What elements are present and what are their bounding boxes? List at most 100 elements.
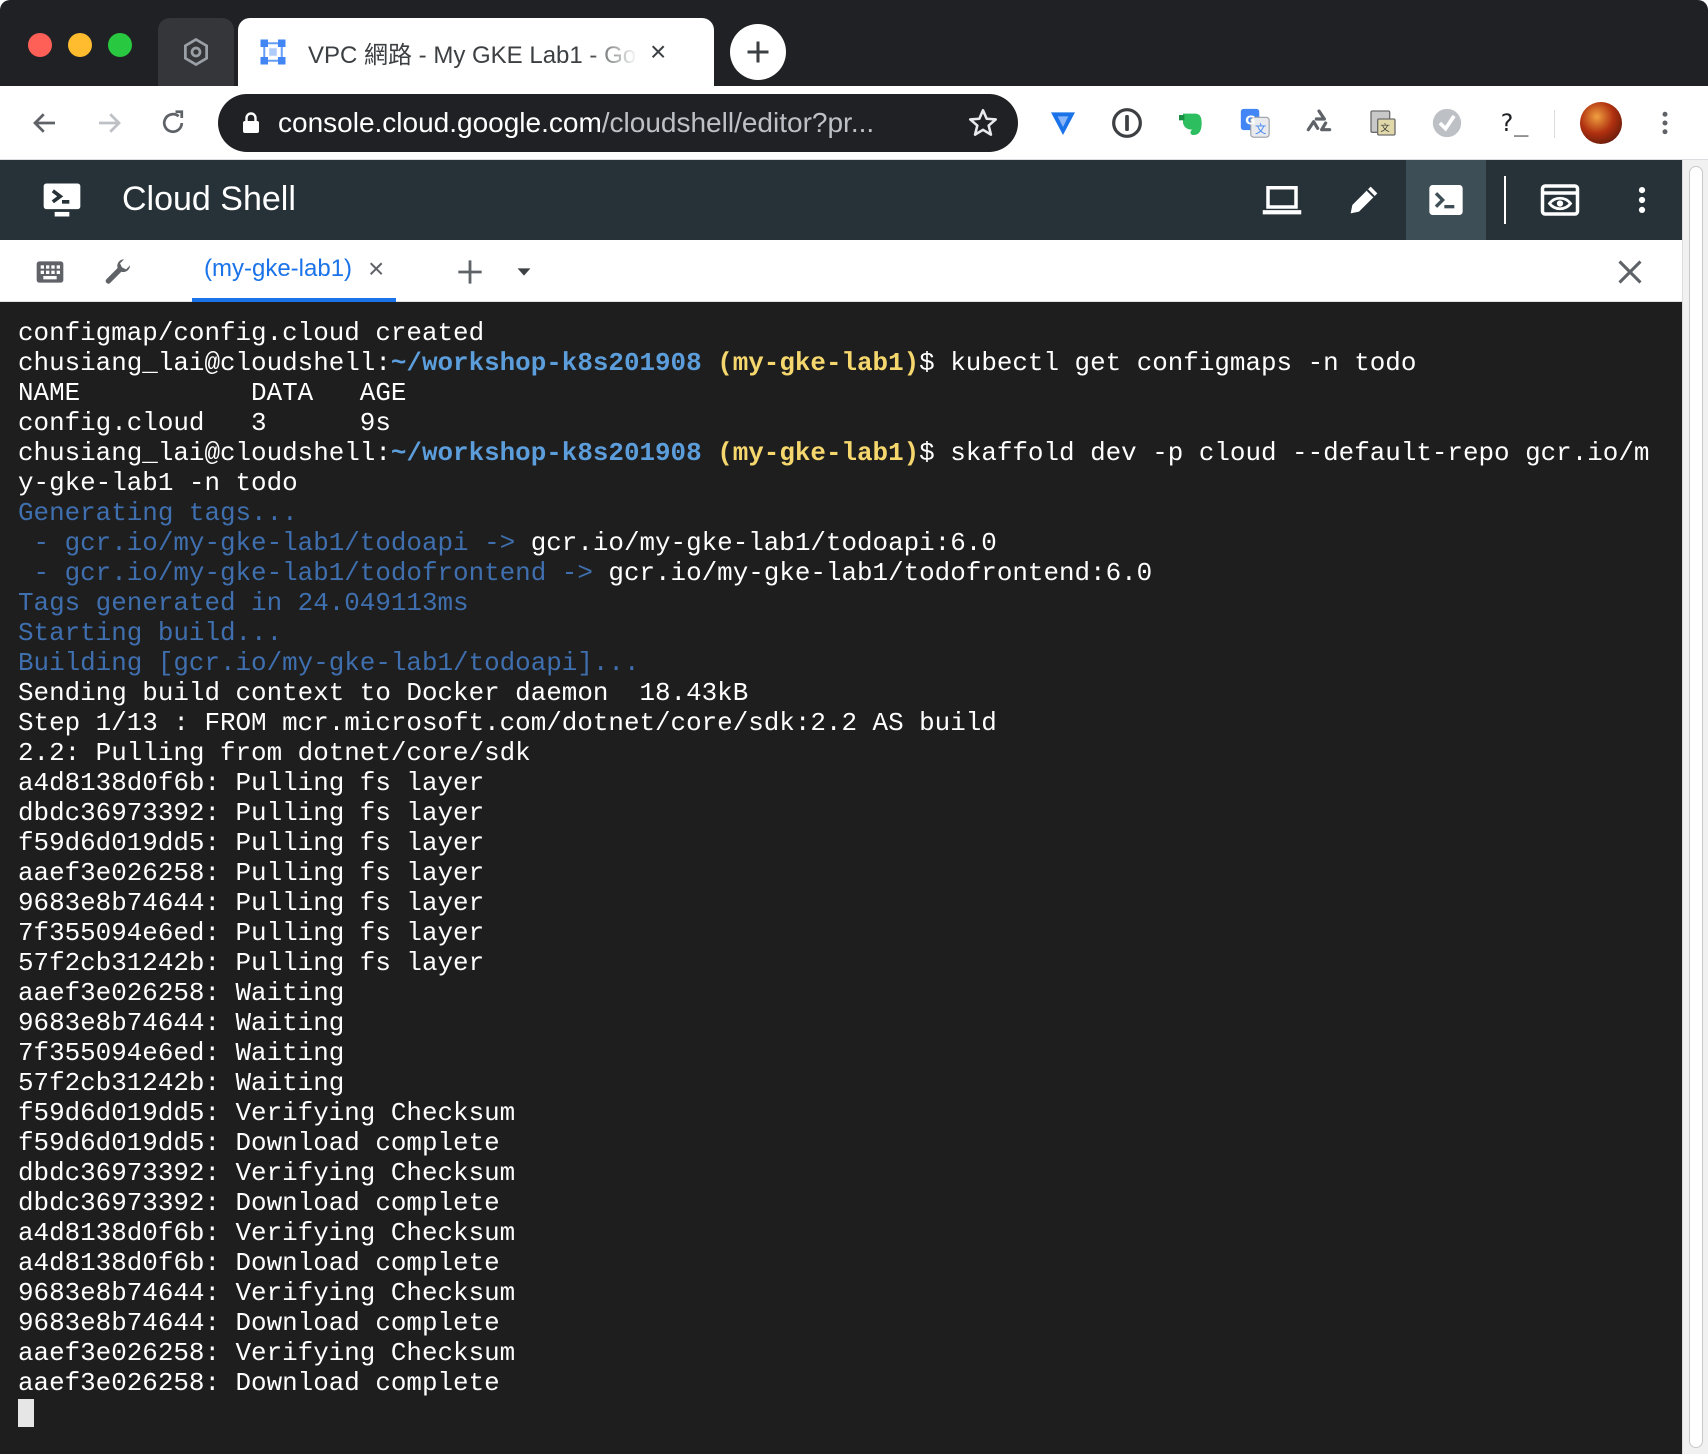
terminal-status-text: - gcr.io/my-gke-lab1/todofrontend -> xyxy=(18,558,609,588)
close-tab-icon[interactable]: × xyxy=(368,255,384,283)
svg-text:文: 文 xyxy=(1380,122,1389,134)
cloudshell-logo-icon xyxy=(43,183,81,217)
terminal-text: configmap/config.cloud created xyxy=(18,318,485,348)
terminal-line: 7f355094e6ed: Waiting xyxy=(18,1038,1682,1068)
terminal-text: 9683e8b74644: Pulling fs layer xyxy=(18,888,485,918)
svg-text:文: 文 xyxy=(1255,122,1266,136)
toolbar-divider xyxy=(1554,110,1555,138)
url-text[interactable]: console.cloud.google.com/cloudshell/edit… xyxy=(278,107,938,139)
chrome-extension-icon xyxy=(184,37,208,67)
forward-button[interactable] xyxy=(88,102,130,144)
plus-icon xyxy=(747,41,769,63)
terminal-line: Generating tags... xyxy=(18,498,1682,528)
terminal-text: aaef3e026258: Pulling fs layer xyxy=(18,858,485,888)
terminal-line: a4d8138d0f6b: Verifying Checksum xyxy=(18,1218,1682,1248)
caret-down-icon xyxy=(517,268,531,276)
terminal-text: NAME DATA AGE xyxy=(18,378,407,408)
terminal-line: 7f355094e6ed: Pulling fs layer xyxy=(18,918,1682,948)
terminal-tab[interactable]: (my-gke-lab1) × xyxy=(192,240,396,302)
terminal-status-text: Building [gcr.io/my-gke-lab1/todoapi]... xyxy=(18,648,640,678)
reload-button[interactable] xyxy=(152,102,194,144)
bookmark-star-icon[interactable] xyxy=(966,106,1000,140)
terminal-line: Starting build... xyxy=(18,618,1682,648)
reload-icon xyxy=(162,110,184,134)
scrollbar-thumb[interactable] xyxy=(1689,166,1703,1448)
terminal-status-text: Starting build... xyxy=(18,618,283,648)
close-icon xyxy=(1618,260,1642,284)
terminal-text: config.cloud 3 9s xyxy=(18,408,391,438)
cloudshell-title: Cloud Shell xyxy=(122,180,296,218)
terminal-line: f59d6d019dd5: Pulling fs layer xyxy=(18,828,1682,858)
checkmark-circle-icon[interactable] xyxy=(1428,104,1466,142)
minimize-window-button[interactable] xyxy=(68,33,92,57)
google-translate-icon[interactable]: G文 xyxy=(1236,104,1274,142)
terminal-line: 9683e8b74644: Waiting xyxy=(18,1008,1682,1038)
tunnel-icon[interactable] xyxy=(1044,104,1082,142)
terminal-line: dbdc36973392: Verifying Checksum xyxy=(18,1158,1682,1188)
terminal-tabs-bar: (my-gke-lab1) × xyxy=(0,240,1682,302)
terminal-prompt-icon[interactable]: ?_ xyxy=(1492,104,1536,142)
new-tab-button[interactable] xyxy=(730,24,786,80)
wrench-icon[interactable] xyxy=(98,252,138,292)
terminal-line: Sending build context to Docker daemon 1… xyxy=(18,678,1682,708)
terminal-text: gcr.io/my-gke-lab1/todoapi:6.0 xyxy=(530,528,997,558)
recycle-icon[interactable] xyxy=(1300,104,1338,142)
terminal-text: Sending build context to Docker daemon 1… xyxy=(18,678,749,708)
terminal-line: chusiang_lai@cloudshell:~/workshop-k8s20… xyxy=(18,348,1682,378)
active-tab[interactable]: VPC 網路 - My GKE Lab1 - Goo × xyxy=(238,18,714,86)
terminal-line: aaef3e026258: Waiting xyxy=(18,978,1682,1008)
terminal-line: f59d6d019dd5: Verifying Checksum xyxy=(18,1098,1682,1128)
terminal-text: 9683e8b74644: Waiting xyxy=(18,1008,345,1038)
dictionary-icon[interactable]: 文 xyxy=(1364,104,1402,142)
tab-title: VPC 網路 - My GKE Lab1 - Goo xyxy=(308,41,638,69)
edit-pencil-icon[interactable] xyxy=(1324,160,1404,240)
tab-dropdown-button[interactable] xyxy=(504,252,544,292)
terminal-text: 2.2: Pulling from dotnet/core/sdk xyxy=(18,738,531,768)
back-button[interactable] xyxy=(24,102,66,144)
terminal-line: f59d6d019dd5: Download complete xyxy=(18,1128,1682,1158)
terminal-text: y-gke-lab1 -n todo xyxy=(18,468,298,498)
prompt-user: chusiang_lai@cloudshell: xyxy=(18,438,391,468)
terminal-text: aaef3e026258: Verifying Checksum xyxy=(18,1338,516,1368)
keyboard-icon[interactable] xyxy=(30,252,70,292)
terminal-status-text: Generating tags... xyxy=(18,498,298,528)
terminal-icon[interactable] xyxy=(1406,160,1486,240)
terminal-text: gcr.io/my-gke-lab1/todofrontend:6.0 xyxy=(608,558,1153,588)
more-vert-icon[interactable] xyxy=(1602,160,1682,240)
maximize-window-button[interactable] xyxy=(108,33,132,57)
terminal-text: 9683e8b74644: Verifying Checksum xyxy=(18,1278,516,1308)
arrow-right-icon xyxy=(99,113,121,133)
chrome-menu-button[interactable] xyxy=(1644,102,1686,144)
evernote-icon[interactable] xyxy=(1172,104,1210,142)
avatar[interactable] xyxy=(1580,102,1622,144)
url-domain: console.cloud.google.com xyxy=(278,107,602,138)
close-terminal-button[interactable] xyxy=(1610,252,1650,292)
1password-icon[interactable] xyxy=(1108,104,1146,142)
prompt-path: ~/workshop-k8s201908 xyxy=(390,438,702,468)
terminal-line: - gcr.io/my-gke-lab1/todoapi -> gcr.io/m… xyxy=(18,528,1682,558)
terminal-text: 9683e8b74644: Download complete xyxy=(18,1308,500,1338)
prompt-path: ~/workshop-k8s201908 xyxy=(390,348,702,378)
tab-close-icon[interactable]: × xyxy=(650,38,666,66)
terminal-text: dbdc36973392: Pulling fs layer xyxy=(18,798,485,828)
plus-icon xyxy=(458,260,482,284)
laptop-icon[interactable] xyxy=(1242,160,1322,240)
web-preview-icon[interactable] xyxy=(1520,160,1600,240)
terminal-text: dbdc36973392: Verifying Checksum xyxy=(18,1158,516,1188)
terminal-prompt-line xyxy=(18,1398,1682,1428)
url-path: /cloudshell/editor?pr... xyxy=(601,107,875,138)
prompt-command: $ skaffold dev -p cloud --default-repo g… xyxy=(919,438,1650,468)
browser-toolbar: console.cloud.google.com/cloudshell/edit… xyxy=(0,86,1708,160)
prompt-project: (my-gke-lab1) xyxy=(717,438,920,468)
terminal-line: 57f2cb31242b: Waiting xyxy=(18,1068,1682,1098)
terminal-output[interactable]: configmap/config.cloud created chusiang_l… xyxy=(0,302,1682,1454)
vpc-network-icon xyxy=(260,39,286,65)
prompt-command: $ kubectl get configmaps -n todo xyxy=(919,348,1417,378)
add-terminal-button[interactable] xyxy=(450,252,490,292)
address-bar[interactable]: console.cloud.google.com/cloudshell/edit… xyxy=(218,94,1018,152)
terminal-line: config.cloud 3 9s xyxy=(18,408,1682,438)
pinned-tab[interactable] xyxy=(158,18,234,86)
close-window-button[interactable] xyxy=(28,33,52,57)
terminal-text: aaef3e026258: Download complete xyxy=(18,1368,500,1398)
page-scrollbar[interactable] xyxy=(1682,160,1708,1454)
